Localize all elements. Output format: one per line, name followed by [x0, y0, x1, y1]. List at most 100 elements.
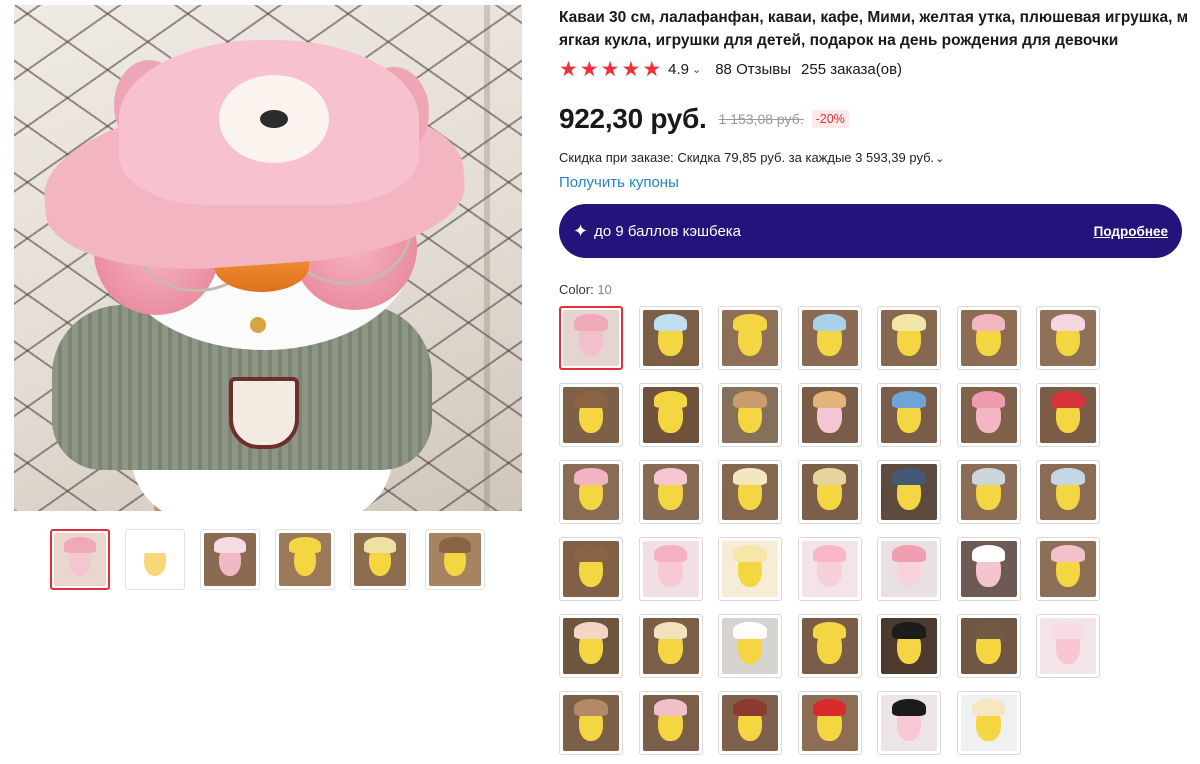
color-swatch[interactable] [559, 691, 623, 755]
cashback-more-link[interactable]: Подробнее [1094, 224, 1168, 239]
plush-image [1040, 618, 1096, 674]
color-swatch[interactable] [956, 383, 1021, 447]
color-swatch[interactable] [559, 306, 623, 370]
color-swatch[interactable] [718, 460, 782, 524]
color-swatch[interactable] [877, 537, 941, 601]
thumb-size-chart[interactable] [125, 529, 185, 590]
color-swatch[interactable] [797, 614, 862, 678]
plush-image [881, 310, 937, 366]
color-swatch[interactable] [638, 691, 703, 755]
color-swatch[interactable] [718, 691, 782, 755]
plush-image [881, 618, 937, 674]
color-swatch[interactable] [956, 614, 1021, 678]
plush-image [563, 695, 619, 751]
thumb-yellow-hat-duck[interactable] [350, 529, 410, 590]
color-swatch[interactable] [956, 537, 1021, 601]
color-swatch[interactable] [956, 691, 1021, 755]
plush-image [960, 310, 1017, 366]
color-swatch[interactable] [718, 614, 782, 678]
color-label: Color: 10 [559, 282, 612, 297]
color-swatch[interactable] [559, 537, 623, 601]
plush-image [960, 618, 1017, 674]
cashback-banner[interactable]: ✦ до 9 баллов кэшбека Подробнее [559, 204, 1182, 258]
color-swatch[interactable] [638, 614, 703, 678]
thumb-bunny-duck[interactable] [200, 529, 260, 590]
plush-image [642, 464, 699, 520]
color-swatch[interactable] [797, 460, 862, 524]
order-discount[interactable]: Скидка при заказе: Скидка 79,85 руб. за … [559, 150, 944, 165]
plush-image [801, 387, 858, 443]
color-swatch[interactable] [877, 460, 941, 524]
plush-hat [733, 622, 767, 640]
plush-hat [733, 468, 767, 486]
color-swatch[interactable] [956, 306, 1021, 370]
discount-badge: -20% [811, 110, 849, 128]
plush-image [354, 533, 406, 586]
plush-hat [971, 391, 1006, 409]
main-product-image[interactable] [14, 5, 522, 511]
plush-hat [812, 622, 847, 640]
get-coupons-link[interactable]: Получить купоны [559, 174, 679, 191]
plush-image [722, 695, 778, 751]
color-swatch[interactable] [718, 383, 782, 447]
color-swatch[interactable] [559, 383, 623, 447]
color-swatch[interactable] [877, 614, 941, 678]
rating-stars: ★ ★ ★ ★ ★ [559, 59, 661, 80]
color-swatch[interactable] [559, 614, 623, 678]
plush-hat [892, 391, 926, 409]
plush-hat [574, 545, 608, 563]
color-swatch[interactable] [877, 691, 941, 755]
plush-image [722, 464, 778, 520]
plush-hat [653, 545, 688, 563]
plush-hat [971, 314, 1006, 332]
plush-image [801, 618, 858, 674]
chevron-down-icon[interactable]: ⌄ [692, 63, 701, 76]
plush-hat [574, 314, 608, 332]
color-swatch[interactable] [559, 460, 623, 524]
color-swatch[interactable] [638, 537, 703, 601]
color-swatch[interactable] [1036, 460, 1100, 524]
plush-image [1040, 387, 1096, 443]
product-title: Каваи 30 см, лалафанфан, каваи, кафе, Ми… [559, 9, 1189, 49]
color-swatch[interactable] [797, 691, 862, 755]
thumb-brown-hat-duck[interactable] [425, 529, 485, 590]
plush-hat [1051, 468, 1085, 486]
color-swatch[interactable] [1036, 614, 1100, 678]
plush-image [881, 695, 937, 751]
plush-image [129, 533, 181, 586]
plush-image [642, 387, 699, 443]
color-swatch[interactable] [638, 460, 703, 524]
plush-image [722, 387, 778, 443]
plush-hat [892, 699, 926, 717]
rating-value[interactable]: 4.9 [668, 61, 689, 78]
color-swatch[interactable] [797, 383, 862, 447]
color-swatch[interactable] [797, 306, 862, 370]
color-swatch[interactable] [877, 383, 941, 447]
plush-hat [139, 537, 171, 554]
color-swatch[interactable] [638, 383, 703, 447]
color-swatch[interactable] [718, 306, 782, 370]
color-swatch-grid [559, 306, 1100, 755]
color-swatch[interactable] [1036, 306, 1100, 370]
color-swatch[interactable] [797, 537, 862, 601]
plush-hat [214, 537, 246, 554]
old-price: 1 153,08 руб. [718, 111, 804, 127]
reviews-link[interactable]: 88 Отзывы [715, 61, 791, 78]
thumb-yellow-duck[interactable] [275, 529, 335, 590]
color-swatch[interactable] [1036, 537, 1100, 601]
plush-hat [971, 468, 1006, 486]
color-swatch[interactable] [956, 460, 1021, 524]
color-swatch[interactable] [638, 306, 703, 370]
wall-edge [484, 5, 490, 511]
color-swatch[interactable] [718, 537, 782, 601]
color-swatch[interactable] [1036, 383, 1100, 447]
plush-hat [971, 699, 1006, 717]
plush-image [960, 695, 1017, 751]
thumb-pink-hat-duck[interactable] [50, 529, 110, 590]
plush-image [801, 464, 858, 520]
plush-image [722, 618, 778, 674]
star-icon: ★ [579, 57, 599, 81]
plush-hat [1051, 391, 1085, 409]
plush-hat [574, 468, 608, 486]
color-swatch[interactable] [877, 306, 941, 370]
